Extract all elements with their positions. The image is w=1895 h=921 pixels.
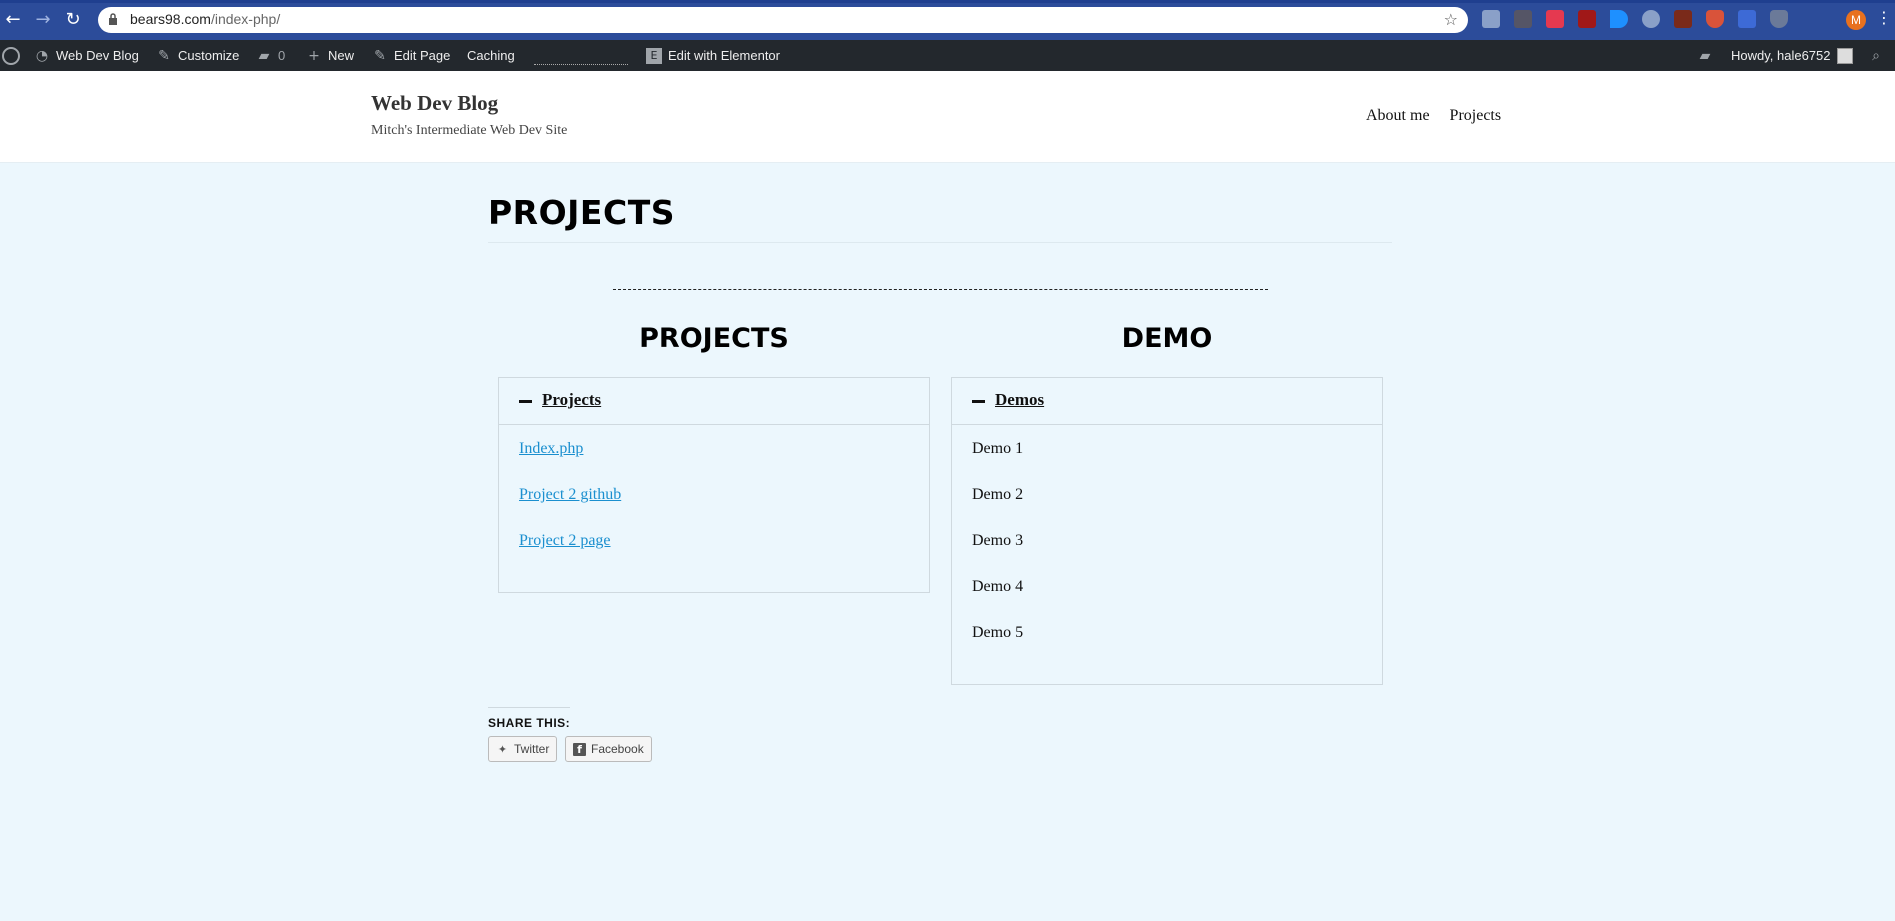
adminbar-elementor[interactable]: E Edit with Elementor [646, 40, 780, 71]
adminbar-account[interactable]: Howdy, hale6752 [1731, 40, 1853, 71]
adminbar-elementor-label: Edit with Elementor [668, 48, 780, 63]
profile-avatar[interactable]: M [1846, 10, 1866, 30]
demos-accordion-header[interactable]: Demos [952, 378, 1382, 425]
adminbar-caching[interactable]: Caching [467, 40, 515, 71]
project-link-index-php[interactable]: Index.php [519, 440, 621, 486]
adminbar-new-label: New [328, 48, 355, 63]
back-icon[interactable]: ← [2, 9, 24, 31]
project-link-page[interactable]: Project 2 page [519, 532, 621, 578]
twitter-share-button[interactable]: ✦ Twitter [488, 736, 558, 762]
wordpress-logo-icon[interactable] [2, 47, 20, 65]
projects-accordion-title: Projects [542, 390, 602, 409]
nav-item-projects[interactable]: Projects [1450, 107, 1502, 125]
demos-accordion-body: Demo 1 Demo 2 Demo 3 Demo 4 Demo 5 [972, 440, 1023, 670]
comment-icon: ▰ [258, 47, 270, 64]
plus-icon: + [308, 47, 320, 64]
share-label: SHARE THIS: [488, 707, 571, 730]
demo-item-4: Demo 4 [972, 578, 1024, 595]
forward-icon[interactable]: → [32, 9, 54, 31]
shield-icon[interactable] [1706, 10, 1724, 28]
url-text: bears98.com/index-php/ [130, 11, 281, 27]
elementor-icon: E [646, 47, 662, 64]
site-description: Mitch's Intermediate Web Dev Site [371, 123, 568, 138]
reload-icon[interactable]: ↻ [62, 9, 84, 31]
extension-icon[interactable] [1514, 10, 1532, 28]
extension-icon[interactable] [1738, 10, 1756, 28]
extension-icon[interactable] [1546, 10, 1564, 28]
main-navigation: About me Projects [1366, 107, 1501, 125]
comments-count: 0 [278, 48, 286, 63]
demo-item-2: Demo 2 [972, 486, 1024, 503]
adminbar-edit-page[interactable]: ✎ Edit Page [372, 40, 450, 71]
search-icon: ⌕ [1872, 47, 1880, 64]
lock-icon [109, 13, 117, 25]
adminbar-caching-label: Caching [467, 48, 515, 63]
browser-accent [0, 0, 1895, 3]
demos-accordion: Demos Demo 1 Demo 2 Demo 3 Demo 4 Demo 5 [951, 377, 1383, 685]
extension-icon[interactable] [1642, 10, 1660, 28]
avatar [1836, 47, 1853, 64]
nav-item-about-me[interactable]: About me [1366, 107, 1430, 125]
extension-icon[interactable] [1610, 10, 1628, 28]
adminbar-placeholder [534, 61, 628, 65]
projects-accordion-body: Index.php Project 2 github Project 2 pag… [519, 440, 621, 578]
adminbar-notifications[interactable]: ▰ [1697, 40, 1713, 71]
projects-accordion: Projects Index.php Project 2 github Proj… [498, 377, 930, 593]
demos-accordion-title: Demos [995, 390, 1045, 409]
dashed-divider [613, 289, 1268, 290]
adminbar-search[interactable]: ⌕ [1868, 40, 1884, 71]
projects-accordion-header[interactable]: Projects [499, 378, 929, 425]
dashboard-icon: ◔ [35, 47, 49, 64]
project-link-github[interactable]: Project 2 github [519, 486, 621, 532]
facebook-icon: f [573, 742, 586, 756]
adminbar-howdy: Howdy, hale6752 [1731, 48, 1831, 63]
adminbar-customize-label: Customize [178, 48, 240, 63]
projects-heading: PROJECTS [639, 323, 789, 354]
adminbar-customize[interactable]: ✎ Customize [156, 40, 239, 71]
demo-item-1: Demo 1 [972, 440, 1024, 457]
extension-icon[interactable] [1482, 10, 1500, 28]
adminbar-site-name-label: Web Dev Blog [56, 48, 139, 63]
demo-item-3: Demo 3 [972, 532, 1024, 549]
notification-icon: ▰ [1699, 47, 1711, 64]
minus-icon [519, 400, 532, 403]
adminbar-site-name[interactable]: ◔ Web Dev Blog [34, 40, 139, 71]
browser-menu-icon[interactable]: ⋮ [1876, 8, 1892, 27]
extension-icon[interactable] [1578, 10, 1596, 28]
site-header: Web Dev Blog Mitch's Intermediate Web De… [0, 71, 1895, 163]
extension-icon[interactable] [1674, 10, 1692, 28]
bookmark-star-icon[interactable]: ☆ [1444, 10, 1458, 29]
demo-heading: DEMO [1121, 323, 1213, 354]
facebook-share-label: Facebook [591, 742, 644, 756]
site-title[interactable]: Web Dev Blog [371, 91, 498, 116]
twitter-share-label: Twitter [514, 742, 550, 756]
shield-icon[interactable] [1770, 10, 1788, 28]
pencil-icon: ✎ [374, 47, 386, 64]
adminbar-edit-page-label: Edit Page [394, 48, 451, 63]
twitter-icon: ✦ [497, 742, 508, 756]
adminbar-comments[interactable]: ▰ 0 [256, 40, 286, 71]
browser-toolbar: ← → ↻ bears98.com/index-php/ ☆ M ⋮ [0, 0, 1895, 40]
demo-item-5: Demo 5 [972, 624, 1024, 641]
minus-icon [972, 400, 985, 403]
page-title: PROJECTS [488, 193, 675, 232]
facebook-share-button[interactable]: f Facebook [565, 736, 652, 762]
wp-admin-bar: ◔ Web Dev Blog ✎ Customize ▰ 0 + New ✎ E… [0, 40, 1895, 71]
title-divider [488, 242, 1392, 243]
brush-icon: ✎ [158, 47, 170, 64]
address-bar[interactable]: bears98.com/index-php/ ☆ [98, 7, 1468, 33]
adminbar-new[interactable]: + New [306, 40, 354, 71]
